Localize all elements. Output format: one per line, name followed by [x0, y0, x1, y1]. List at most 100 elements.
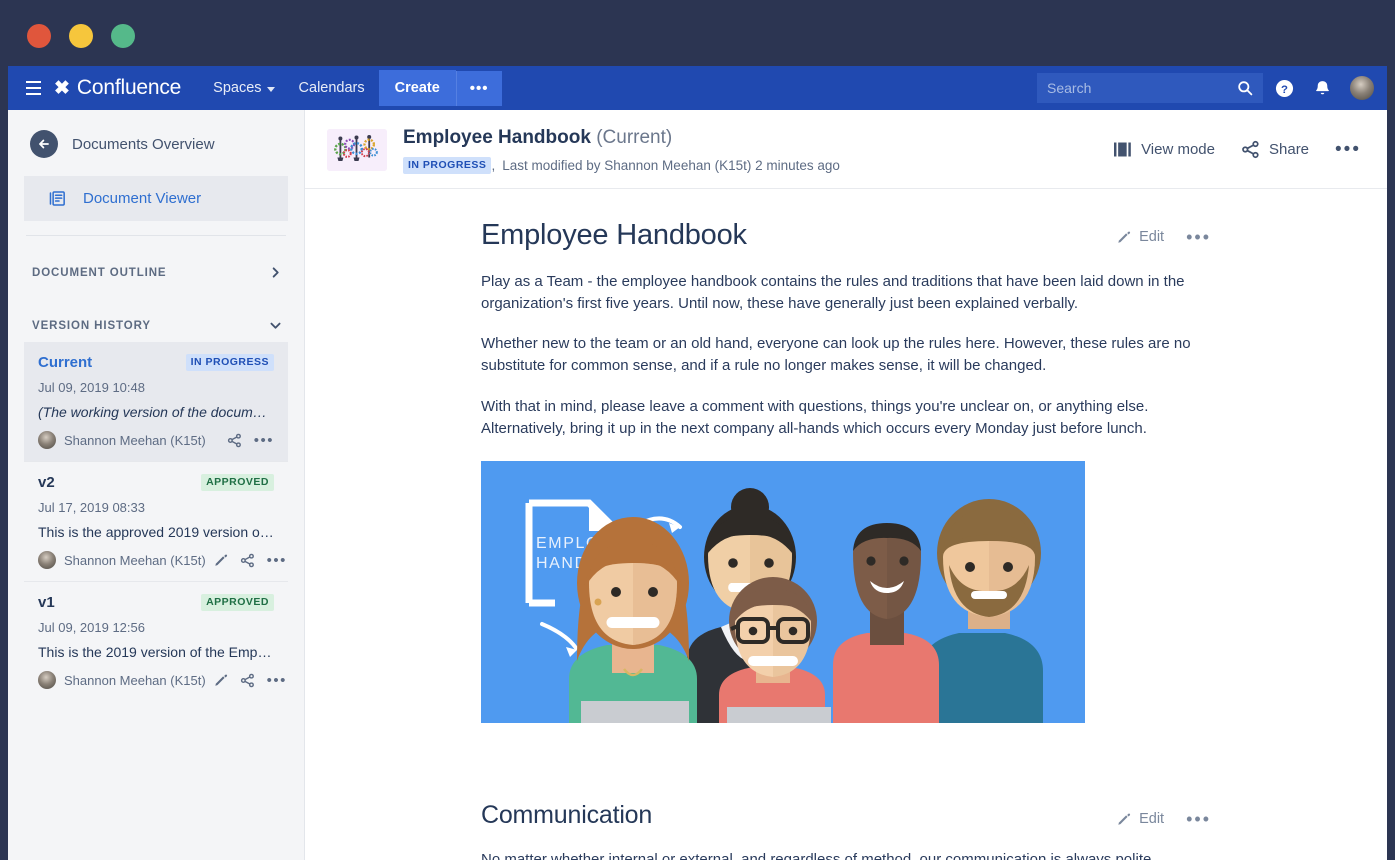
section-actions: Edit ••• [1117, 219, 1211, 246]
share-icon[interactable] [240, 673, 255, 688]
edit-label: Edit [1139, 811, 1165, 828]
confluence-app: ✖ Confluence Spaces Calendars Create ••• [8, 66, 1387, 860]
global-navigation-bar: ✖ Confluence Spaces Calendars Create ••• [8, 66, 1387, 110]
avatar [38, 551, 56, 570]
window-minimize-button[interactable] [69, 24, 93, 48]
page-title-main: Employee Handbook [403, 127, 591, 148]
create-more-button[interactable]: ••• [455, 70, 502, 106]
paragraph: No matter whether internal or external, … [481, 851, 1156, 860]
edit-pencil-icon [1117, 230, 1131, 244]
section-heading-row: Communication Edit ••• [481, 801, 1211, 830]
more-icon: ••• [1335, 139, 1361, 161]
page-title-suffix: (Current) [596, 127, 673, 148]
version-actions: ••• [214, 673, 287, 688]
version-date: Jul 09, 2019 10:48 [38, 380, 145, 396]
version-description: This is the 2019 version of the Empl… [38, 644, 274, 661]
share-label: Share [1269, 141, 1310, 159]
version-description: (The working version of the docum… [38, 404, 267, 421]
version-author: Shannon Meehan (K15t) [64, 672, 206, 688]
back-label: Documents Overview [72, 135, 215, 153]
brand-label: Confluence [76, 76, 182, 99]
version-date: Jul 17, 2019 08:33 [38, 500, 145, 516]
edit-pencil-icon[interactable] [214, 673, 228, 687]
share-icon [1241, 140, 1260, 159]
version-item-v1[interactable]: v1 APPROVED Jul 09, 2019 12:56 This is t… [24, 581, 288, 701]
version-item-v2[interactable]: v2 APPROVED Jul 17, 2019 08:33 This is t… [24, 461, 288, 581]
main-content: Employee Handbook (Current) IN PROGRESS … [305, 110, 1387, 860]
paragraph: Whether new to the team or an old hand, … [481, 335, 1191, 375]
edit-section-button[interactable]: Edit [1117, 229, 1164, 245]
section-heading: Communication [481, 801, 653, 830]
share-icon[interactable] [227, 433, 242, 448]
document-viewer-canvas[interactable]: Employee Handbook Edit ••• Play as a Tea… [305, 189, 1387, 860]
nav-item-calendars[interactable]: Calendars [289, 74, 375, 102]
sidebar: Documents Overview Document Viewer DOCUM… [8, 110, 305, 860]
nav-item-calendars-label: Calendars [298, 80, 365, 96]
version-name: Current [38, 354, 93, 372]
more-icon[interactable]: ••• [267, 673, 287, 688]
paragraph: Play as a Team - the employee handbook c… [481, 272, 1185, 312]
share-icon[interactable] [240, 553, 255, 568]
search-icon[interactable] [1237, 80, 1253, 96]
status-badge: APPROVED [201, 594, 274, 612]
section-document-outline[interactable]: DOCUMENT OUTLINE [8, 236, 304, 289]
global-nav-right: ? [1037, 71, 1387, 105]
share-button[interactable]: Share [1241, 140, 1309, 159]
chevron-down-icon[interactable] [269, 319, 282, 332]
sidebar-item-document-viewer[interactable]: Document Viewer [24, 176, 288, 221]
view-mode-button[interactable]: View mode [1113, 141, 1215, 158]
section-more-icon[interactable]: ••• [1186, 810, 1211, 828]
sidebar-item-document-viewer-label: Document Viewer [83, 190, 202, 207]
section-document-outline-title: DOCUMENT OUTLINE [32, 266, 167, 279]
chevron-right-icon[interactable] [269, 266, 282, 279]
last-modified-text: Last modified by Shannon Meehan (K15t) 2… [502, 157, 840, 173]
confluence-logo[interactable]: ✖ Confluence [54, 76, 181, 100]
window-controls [27, 24, 135, 48]
create-button[interactable]: Create [378, 69, 456, 107]
document-section-employee-handbook: Employee Handbook Edit ••• Play as a Tea… [481, 219, 1211, 724]
version-item-header: v1 APPROVED [38, 594, 274, 612]
section-more-icon[interactable]: ••• [1186, 228, 1211, 246]
document-section-communication: Communication Edit ••• No matter whether… [481, 801, 1211, 860]
version-footer: Shannon Meehan (K15t) ••• [38, 551, 285, 570]
edit-section-button[interactable]: Edit [1117, 811, 1164, 827]
search-input[interactable] [1047, 80, 1237, 96]
app-body: Documents Overview Document Viewer DOCUM… [8, 110, 1387, 860]
version-name: v1 [38, 594, 55, 612]
version-item-header: Current IN PROGRESS [38, 354, 274, 372]
more-icon[interactable]: ••• [267, 553, 287, 568]
document-more-button[interactable]: ••• [1335, 140, 1361, 159]
version-footer: Shannon Meehan (K15t) ••• [38, 431, 274, 450]
version-actions: ••• [227, 433, 274, 448]
edit-pencil-icon[interactable] [214, 553, 228, 567]
team-illustration: EMPLOYEE HANDBOOK [481, 461, 1085, 724]
back-arrow-icon [30, 130, 58, 158]
help-circle-icon[interactable]: ? [1267, 71, 1301, 105]
document-viewer-icon [48, 189, 67, 208]
document-content: Employee Handbook Edit ••• Play as a Tea… [305, 189, 1387, 860]
version-actions: ••• [214, 553, 287, 568]
window-maximize-button[interactable] [111, 24, 135, 48]
chevron-down-icon [266, 86, 275, 92]
version-item-header: v2 APPROVED [38, 474, 274, 492]
nav-item-spaces[interactable]: Spaces [203, 74, 284, 102]
search-box[interactable] [1037, 73, 1263, 103]
avatar [38, 431, 56, 450]
window-close-button[interactable] [27, 24, 51, 48]
version-author: Shannon Meehan (K15t) [64, 432, 206, 448]
version-item-current[interactable]: Current IN PROGRESS Jul 09, 2019 10:48 (… [24, 342, 288, 462]
nav-item-spaces-label: Spaces [213, 80, 262, 96]
notification-bell-icon[interactable] [1305, 71, 1339, 105]
page-title: Employee Handbook (Current) [403, 126, 840, 150]
view-mode-icon [1113, 141, 1132, 158]
document-header-actions: View mode Share ••• [1113, 140, 1361, 159]
version-footer: Shannon Meehan (K15t) ••• [38, 671, 285, 690]
back-to-documents-overview[interactable]: Documents Overview [8, 110, 304, 176]
user-avatar[interactable] [1349, 75, 1375, 101]
svg-text:?: ? [1281, 83, 1288, 95]
section-version-history[interactable]: VERSION HISTORY [8, 289, 304, 342]
more-icon[interactable]: ••• [254, 433, 274, 448]
document-header-text: Employee Handbook (Current) IN PROGRESS … [403, 126, 840, 174]
hamburger-menu-icon[interactable] [20, 75, 46, 101]
version-author: Shannon Meehan (K15t) [64, 552, 206, 568]
